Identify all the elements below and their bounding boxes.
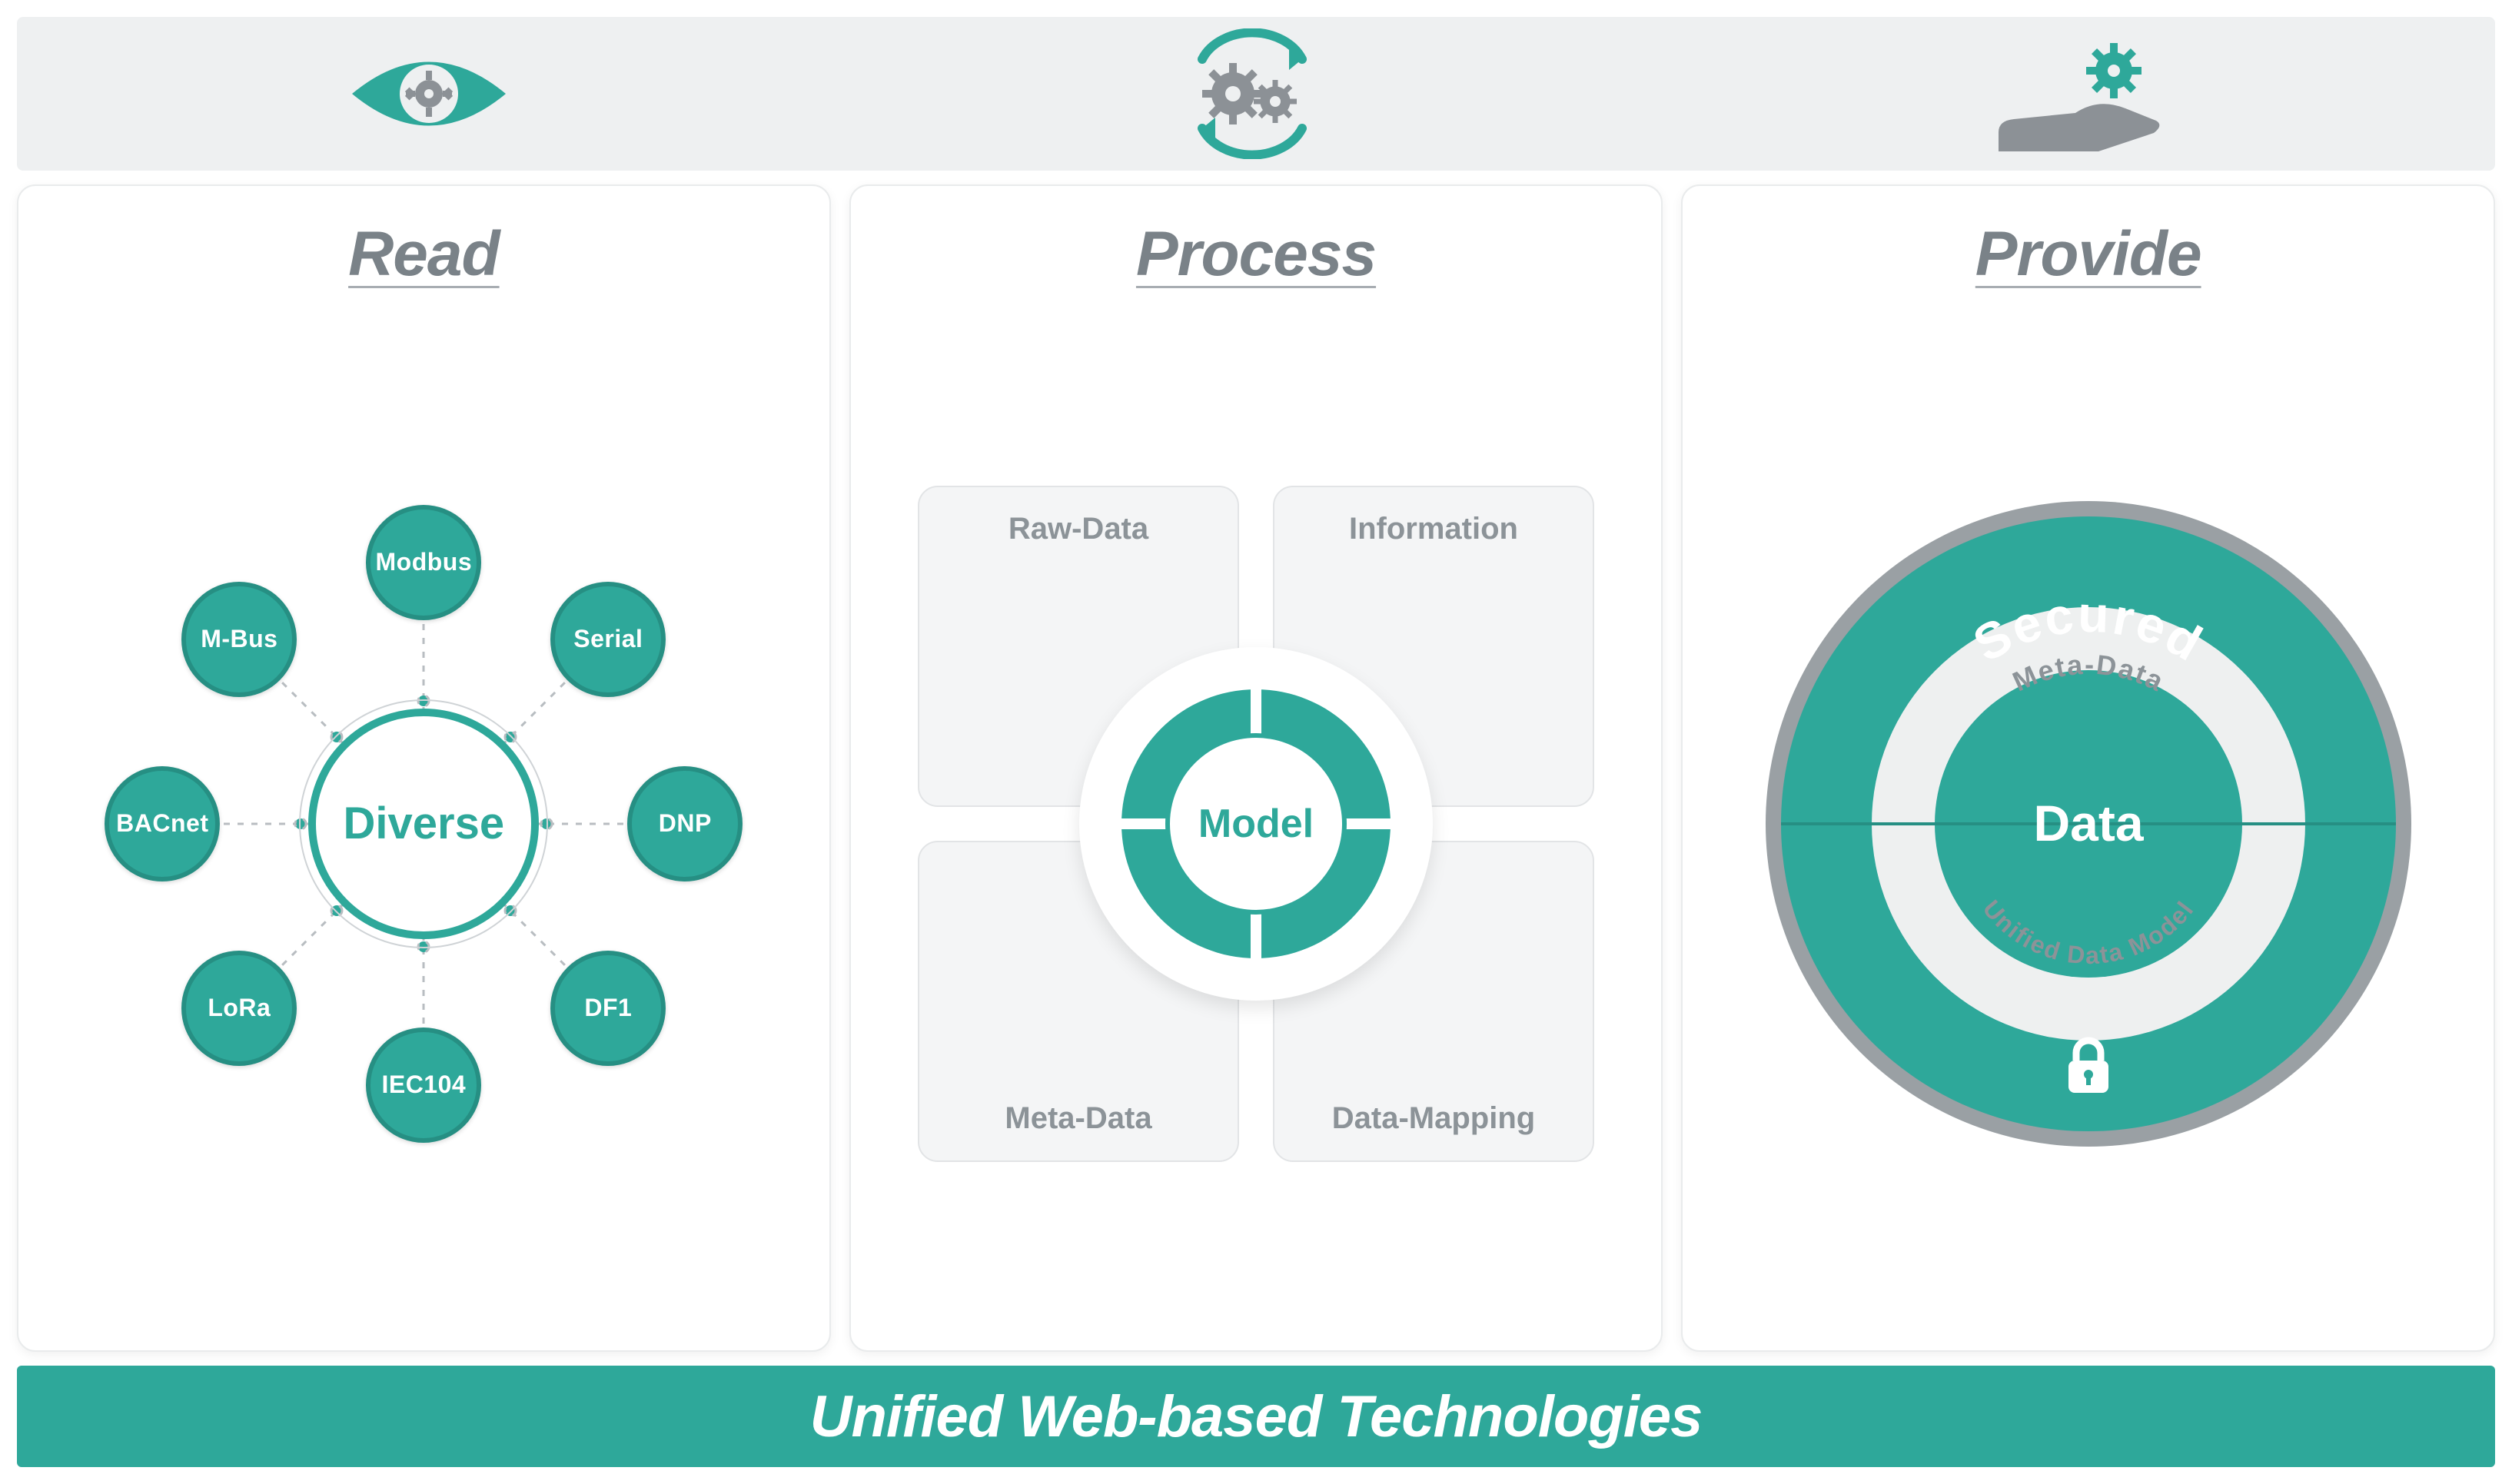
process-quad: Raw-Data Information Meta-Data Data-Mapp… — [918, 486, 1594, 1162]
eye-gear-icon — [344, 36, 513, 151]
provide-ring: Secured Meta-Data Unified Data Model Dat… — [1750, 486, 2427, 1162]
hand-gear-icon — [1991, 28, 2168, 159]
footer-bar: Unified Web-based Technologies — [17, 1366, 2495, 1467]
hub-node-iec104: IEC104 — [366, 1028, 481, 1143]
top-icon-bar — [17, 17, 2495, 171]
panel-provide-title: Provide — [1975, 218, 2201, 290]
hub-node-lora: LoRa — [181, 951, 297, 1066]
hub-node-modbus: Modbus — [366, 505, 481, 620]
panel-process-title: Process — [1136, 218, 1376, 290]
ring-label-data: Data — [2033, 795, 2144, 852]
hub-node-dnp: DNP — [627, 766, 743, 881]
footer-text: Unified Web-based Technologies — [810, 1383, 1703, 1450]
gears-cycle-icon — [1168, 28, 1337, 159]
panel-process: Process Raw-Data Information Meta-Data D… — [849, 184, 1663, 1352]
hub-node-df1: DF1 — [550, 951, 666, 1066]
process-core: Model — [1165, 733, 1347, 915]
hub-node-serial: Serial — [550, 582, 666, 697]
columns-row: Read — [17, 184, 2495, 1352]
panel-provide: Provide — [1681, 184, 2495, 1352]
hub-center: Diverse — [308, 709, 539, 939]
panel-read: Read — [17, 184, 831, 1352]
read-hub: Diverse Modbus Serial DNP DF1 IEC104 LoR… — [78, 478, 769, 1170]
panel-read-title: Read — [348, 218, 500, 290]
process-ring: Model — [1079, 647, 1433, 1001]
hub-node-bacnet: BACnet — [105, 766, 220, 881]
hub-node-mbus: M-Bus — [181, 582, 297, 697]
